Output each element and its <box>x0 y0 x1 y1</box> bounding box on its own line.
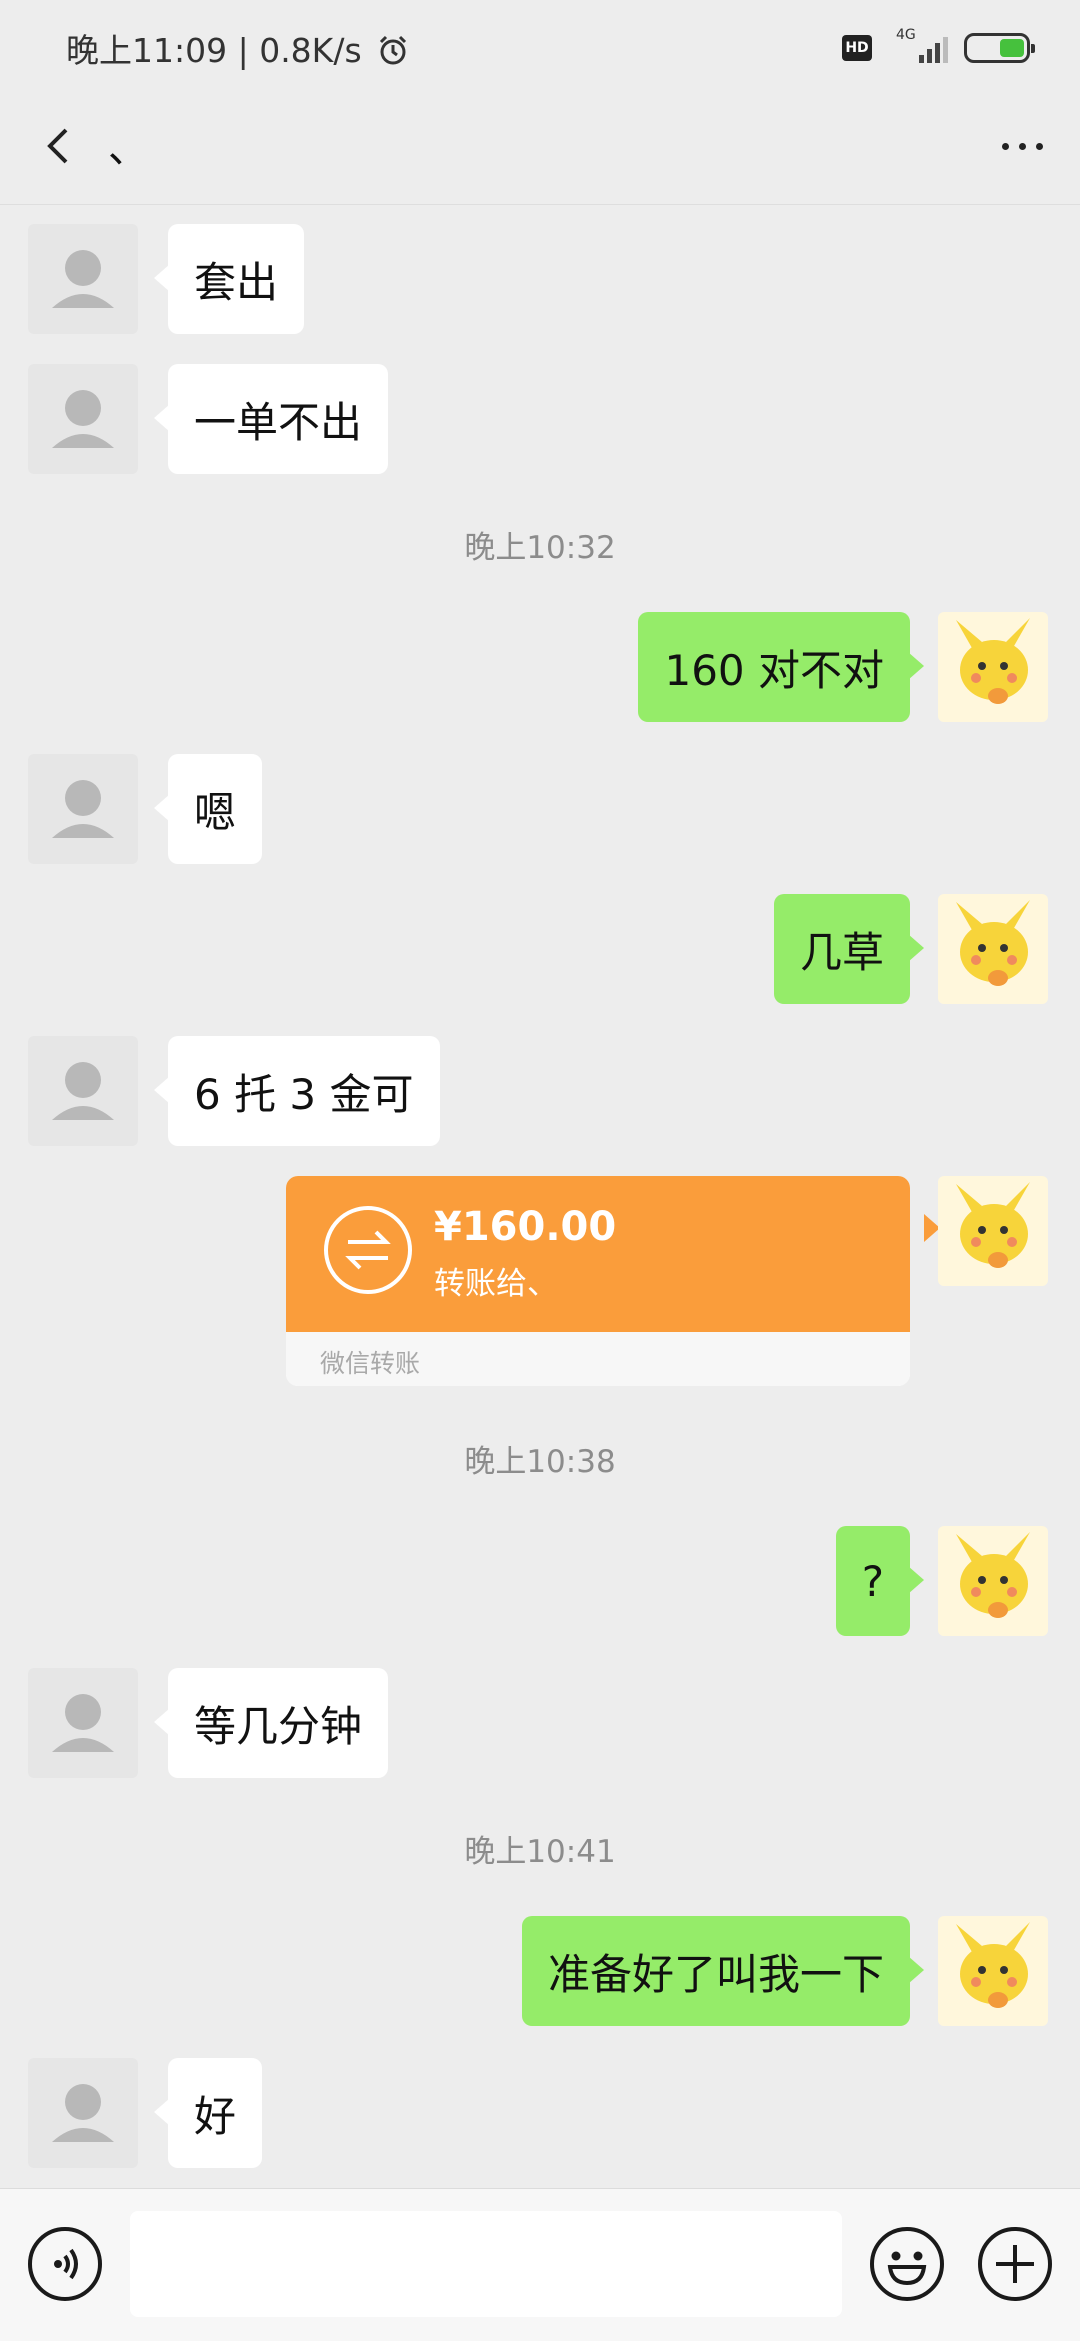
message-bubble[interactable]: 好 <box>153 2058 263 2168</box>
my-avatar[interactable] <box>938 894 1048 1004</box>
my-avatar[interactable] <box>938 1526 1048 1636</box>
status-time-speed: 晚上11:09 | 0.8K/s <box>66 24 410 72</box>
timestamp: 晚上10:32 <box>464 530 616 566</box>
my-message-bubble[interactable]: 准备好了叫我一下 <box>521 1916 925 2026</box>
my-message-bubble[interactable]: 几草 <box>773 894 925 1004</box>
transfer-card-body: ¥160.00 转账给、 <box>286 1176 910 1332</box>
pikachu-avatar-icon <box>956 1922 1030 2008</box>
status-icons: HD 4G <box>842 27 1035 66</box>
my-avatar[interactable] <box>938 1176 1048 1286</box>
plus-icon <box>996 2245 1034 2283</box>
pikachu-avatar-icon <box>956 1532 1030 1618</box>
message-bubble[interactable]: 6 托 3 金可 <box>154 1036 440 1146</box>
my-message-bubble[interactable]: ? <box>835 1526 925 1636</box>
transfer-label: 微信转账 <box>320 1349 421 1378</box>
timestamp: 晚上10:41 <box>464 1834 616 1870</box>
status-bar: 晚上11:09 | 0.8K/s HD 4G <box>0 0 1080 92</box>
default-avatar-icon <box>52 780 114 838</box>
timestamp: 晚上10:38 <box>464 1444 616 1480</box>
chat-header: 、 <box>0 92 1080 205</box>
message-bubble[interactable]: 等几分钟 <box>153 1668 389 1778</box>
chat-title: 、 <box>108 126 148 172</box>
my-avatar[interactable] <box>938 612 1048 722</box>
my-avatar[interactable] <box>938 1916 1048 2026</box>
default-avatar-icon <box>52 390 114 448</box>
alarm-icon <box>380 35 407 65</box>
contact-avatar[interactable] <box>28 224 138 334</box>
message-bubble[interactable]: 一单不出 <box>153 364 389 474</box>
default-avatar-icon <box>52 1694 114 1752</box>
my-message-bubble[interactable]: 160 对不对 <box>638 612 924 722</box>
message-bubble[interactable]: 套出 <box>153 224 305 334</box>
default-avatar-icon <box>52 1062 114 1120</box>
plus-button[interactable] <box>978 2227 1052 2301</box>
message-input[interactable] <box>130 2211 842 2317</box>
transfer-amount: ¥160.00 <box>434 1204 617 1250</box>
contact-avatar[interactable] <box>28 1668 138 1778</box>
emoji-icon <box>887 2251 927 2286</box>
signal-icon: 4G <box>888 27 948 65</box>
emoji-button[interactable] <box>870 2227 944 2301</box>
message-bubble[interactable]: 嗯 <box>153 754 263 864</box>
transfer-exchange-icon <box>324 1206 412 1294</box>
pikachu-avatar-icon <box>956 618 1030 704</box>
pikachu-avatar-icon <box>956 1182 1030 1268</box>
pikachu-avatar-icon <box>956 900 1030 986</box>
contact-avatar[interactable] <box>28 1036 138 1146</box>
transfer-card[interactable]: ¥160.00 转账给、 微信转账 <box>286 1176 910 1386</box>
network-label: 4G <box>896 27 916 43</box>
voice-button[interactable] <box>28 2227 102 2301</box>
back-button[interactable] <box>32 116 92 176</box>
contact-avatar[interactable] <box>28 2058 138 2168</box>
contact-avatar[interactable] <box>28 364 138 474</box>
more-button[interactable] <box>992 116 1052 176</box>
default-avatar-icon <box>52 2084 114 2142</box>
hd-icon: HD <box>842 35 872 61</box>
chevron-left-icon <box>47 128 68 164</box>
transfer-footer: 微信转账 <box>286 1332 910 1386</box>
voice-icon <box>54 2248 78 2280</box>
battery-charging-icon <box>964 33 1035 63</box>
transfer-recipient: 转账给、 <box>434 1266 558 1302</box>
default-avatar-icon <box>52 250 114 308</box>
more-dots-icon <box>1001 142 1009 150</box>
contact-avatar[interactable] <box>28 754 138 864</box>
input-bar <box>0 2188 1080 2341</box>
